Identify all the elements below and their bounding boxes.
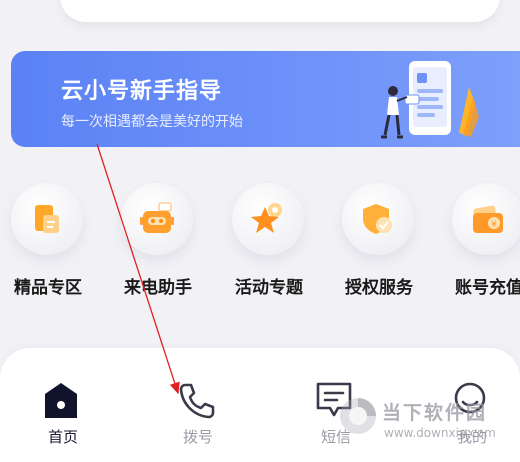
banner-title: 云小号新手指导 [61, 79, 223, 104]
service-call-assistant[interactable]: 来电助手 [108, 178, 218, 298]
tab-label: 首页 [47, 428, 78, 446]
service-label: 精品专区 [14, 278, 82, 298]
service-icon-bg [232, 183, 304, 255]
service-premium-zone[interactable]: 精品专区 [0, 178, 108, 298]
phone-icon [179, 383, 215, 419]
wallet-icon: ¥ [473, 205, 503, 233]
tab-dial[interactable]: 拨号 [148, 348, 248, 462]
service-label: 账号充值 [455, 278, 520, 298]
phone-illustration-icon [381, 61, 479, 139]
service-label: 活动专题 [235, 278, 303, 298]
service-icon-bg: ¥ [452, 183, 520, 255]
service-activities[interactable]: 活动专题 [219, 178, 329, 298]
robot-icon [140, 202, 174, 233]
service-icon-bg [342, 183, 414, 255]
tab-home[interactable]: 首页 [13, 348, 113, 462]
svg-text:¥: ¥ [491, 220, 497, 230]
banner-subtitle: 每一次相遇都会是美好的开始 [61, 114, 243, 130]
shield-check-icon [363, 204, 392, 234]
service-label: 授权服务 [345, 278, 413, 298]
document-icon [35, 205, 59, 233]
watermark-logo-icon [340, 398, 376, 434]
star-icon [251, 203, 282, 233]
service-icon-bg [11, 183, 83, 255]
tab-label: 拨号 [182, 428, 213, 446]
newbie-guide-banner[interactable]: 云小号新手指导 每一次相遇都会是美好的开始 [11, 51, 520, 147]
service-authorization[interactable]: 授权服务 [329, 178, 439, 298]
watermark-site-name: 当下软件园 [382, 402, 488, 424]
service-icon-bg [121, 183, 193, 255]
top-card [60, 0, 500, 22]
service-label: 来电助手 [124, 278, 192, 298]
home-icon [45, 383, 77, 418]
service-account-recharge[interactable]: ¥ 账号充值 [439, 178, 520, 298]
watermark-site-url: www.downxia.com [384, 426, 496, 440]
service-grid: 精品专区 来电助手 活动专题 授权服务 ¥ 账号充值 [0, 178, 520, 308]
